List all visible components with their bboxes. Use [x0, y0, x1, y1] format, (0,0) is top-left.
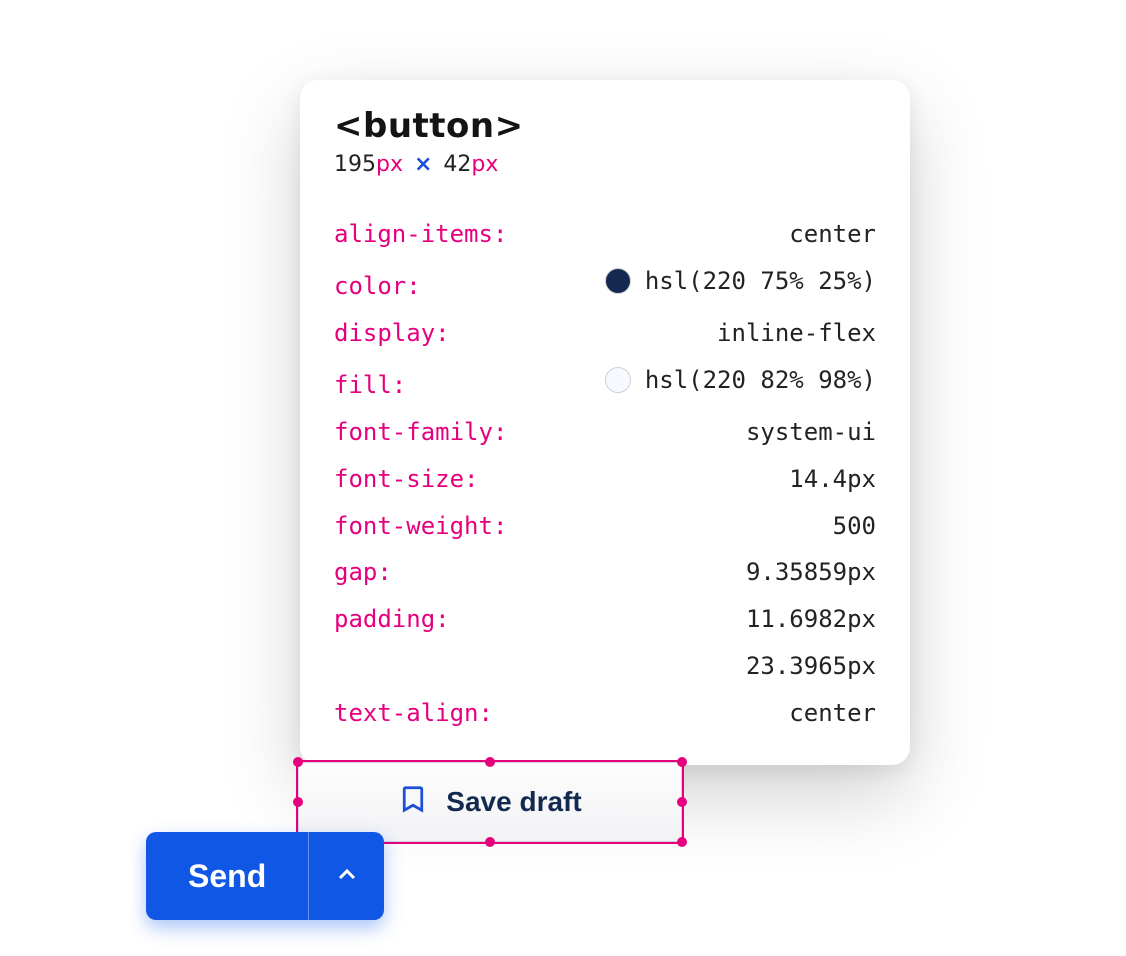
- prop-gap: gap: 9.35859px: [334, 549, 876, 596]
- inspector-properties: align-items: center color: hsl(220 75% 2…: [334, 211, 876, 737]
- prop-name: gap:: [334, 549, 392, 596]
- chevron-up-icon: [335, 863, 359, 890]
- dim-height: 42: [443, 152, 471, 177]
- send-dropdown-toggle[interactable]: [308, 832, 384, 920]
- prop-padding: padding: 11.6982px 23.3965px: [334, 596, 876, 690]
- prop-value: center: [789, 690, 876, 737]
- prop-name: align-items:: [334, 211, 507, 258]
- dim-width-unit: px: [376, 152, 403, 177]
- prop-value: hsl(220 82% 98%): [605, 357, 876, 404]
- css-inspector-tooltip: <button> 195px × 42px align-items: cente…: [300, 80, 910, 765]
- prop-value: 11.6982px 23.3965px: [746, 596, 876, 690]
- send-label: Send: [188, 858, 266, 895]
- prop-display: display: inline-flex: [334, 310, 876, 357]
- inspector-dimensions: 195px × 42px: [334, 152, 876, 177]
- prop-font-size: font-size: 14.4px: [334, 456, 876, 503]
- prop-font-weight: font-weight: 500: [334, 503, 876, 550]
- prop-name: font-weight:: [334, 503, 507, 550]
- prop-value-text: hsl(220 82% 98%): [645, 357, 876, 404]
- save-draft-button[interactable]: Save draft: [298, 762, 682, 842]
- prop-fill: fill: hsl(220 82% 98%): [334, 357, 876, 409]
- prop-color: color: hsl(220 75% 25%): [334, 258, 876, 310]
- color-swatch-icon: [605, 268, 631, 294]
- prop-value: inline-flex: [717, 310, 876, 357]
- send-button[interactable]: Send: [146, 832, 308, 920]
- dim-width: 195: [334, 152, 376, 177]
- prop-value: 500: [833, 503, 876, 550]
- prop-value-text: hsl(220 75% 25%): [645, 258, 876, 305]
- prop-value: hsl(220 75% 25%): [605, 258, 876, 305]
- prop-value: system-ui: [746, 409, 876, 456]
- prop-name: padding:: [334, 596, 450, 643]
- send-split-button: Send: [146, 832, 384, 920]
- prop-value: 14.4px: [789, 456, 876, 503]
- prop-value-line1: 11.6982px: [746, 596, 876, 643]
- prop-name: color:: [334, 263, 421, 310]
- prop-font-family: font-family: system-ui: [334, 409, 876, 456]
- prop-value-line2: 23.3965px: [746, 643, 876, 690]
- prop-name: text-align:: [334, 690, 493, 737]
- bookmark-icon: [398, 784, 428, 821]
- prop-align-items: align-items: center: [334, 211, 876, 258]
- dim-separator: ×: [410, 152, 436, 177]
- prop-name: font-family:: [334, 409, 507, 456]
- prop-text-align: text-align: center: [334, 690, 876, 737]
- dim-height-unit: px: [471, 152, 498, 177]
- save-draft-label: Save draft: [446, 786, 581, 818]
- prop-value: center: [789, 211, 876, 258]
- prop-name: fill:: [334, 362, 406, 409]
- inspector-element-tag: <button>: [334, 106, 876, 146]
- color-swatch-icon: [605, 367, 631, 393]
- prop-name: display:: [334, 310, 450, 357]
- prop-value: 9.35859px: [746, 549, 876, 596]
- prop-name: font-size:: [334, 456, 479, 503]
